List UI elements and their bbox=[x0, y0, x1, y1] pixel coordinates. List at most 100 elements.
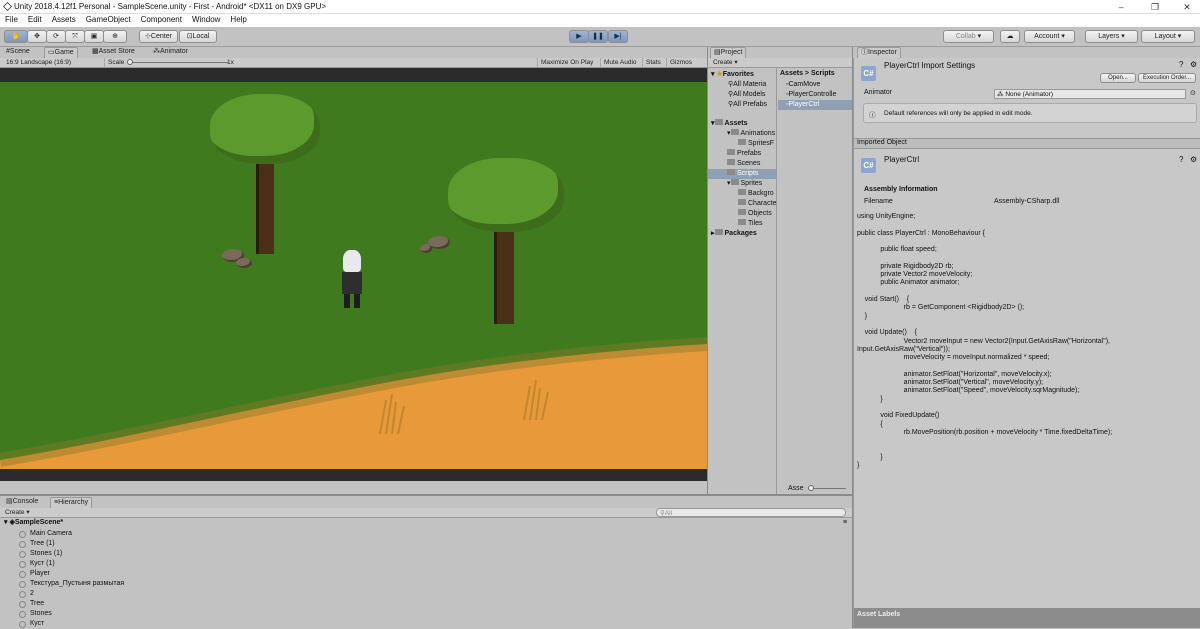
tab-console[interactable]: ▤Console bbox=[3, 497, 41, 508]
hierarchy-item[interactable]: Player bbox=[19, 569, 50, 579]
move-tool-button[interactable]: ✥ bbox=[27, 30, 47, 43]
pivot-center-button[interactable]: ⊹Center bbox=[139, 30, 178, 43]
folder-item[interactable]: Prefabs bbox=[727, 149, 761, 159]
close-button[interactable]: ✕ bbox=[1170, 0, 1200, 14]
settings-gear-icon-top[interactable]: ⚙ bbox=[1190, 60, 1197, 69]
rect-tool-button[interactable]: ▣ bbox=[84, 30, 104, 43]
open-button[interactable]: Open... bbox=[1100, 73, 1136, 83]
folder-icon bbox=[730, 179, 739, 185]
panel-divider[interactable] bbox=[852, 47, 853, 628]
favorites-header[interactable]: ▾ ★Favorites bbox=[711, 70, 754, 80]
hierarchy-item[interactable]: Stones bbox=[19, 609, 52, 619]
file-item-selected[interactable]: ▫PlayerCtrl bbox=[778, 100, 852, 110]
tab-game[interactable]: ▭Game bbox=[44, 47, 78, 58]
maximize-button[interactable]: ❐ bbox=[1138, 0, 1172, 14]
help-icon-top[interactable]: ? bbox=[1179, 60, 1183, 69]
hierarchy-item[interactable]: Stones (1) bbox=[19, 549, 62, 559]
maximize-on-play-toggle[interactable]: Maximize On Play bbox=[537, 58, 596, 67]
folder-item[interactable]: Tiles bbox=[738, 219, 763, 229]
help-icon[interactable]: ? bbox=[1179, 155, 1183, 164]
object-picker-icon[interactable]: ⊙ bbox=[1190, 89, 1196, 97]
scene-options-icon[interactable]: ≡ bbox=[843, 519, 847, 526]
menu-edit[interactable]: Edit bbox=[23, 14, 47, 24]
hierarchy-item[interactable]: Текстура_Пустыня размытая bbox=[19, 579, 124, 589]
account-dropdown[interactable]: Account ▾ bbox=[1024, 30, 1075, 43]
panel-divider[interactable] bbox=[0, 494, 852, 496]
hierarchy-search-input[interactable]: ⚲All bbox=[656, 508, 846, 517]
step-button[interactable]: ▶| bbox=[608, 30, 628, 43]
hierarchy-item-label: Куст bbox=[30, 620, 45, 627]
hierarchy-create-dropdown[interactable]: Create ▾ bbox=[2, 508, 33, 517]
game-view[interactable] bbox=[0, 68, 707, 481]
stats-toggle[interactable]: Stats bbox=[642, 58, 664, 67]
hand-icon: ✋ bbox=[11, 33, 21, 40]
folder-item[interactable]: SpritesF bbox=[738, 139, 774, 149]
rotate-tool-button[interactable]: ⟳ bbox=[46, 30, 66, 43]
hierarchy-item[interactable]: Куст (1) bbox=[19, 559, 55, 569]
tab-scene[interactable]: #Scene bbox=[3, 47, 33, 58]
folder-item[interactable]: ▾ Animations bbox=[727, 129, 775, 139]
mute-audio-toggle[interactable]: Mute Audio bbox=[600, 58, 640, 67]
menu-assets[interactable]: Assets bbox=[47, 14, 81, 24]
tab-inspector[interactable]: ⓘInspector bbox=[857, 47, 901, 58]
settings-gear-icon[interactable]: ⚙ bbox=[1190, 155, 1197, 164]
gameobject-icon bbox=[19, 601, 26, 608]
gizmos-dropdown[interactable]: Gizmos bbox=[666, 58, 695, 67]
folder-item-selected[interactable]: Scripts bbox=[708, 169, 777, 179]
menu-component[interactable]: Component bbox=[136, 14, 187, 24]
project-create-dropdown[interactable]: Create ▾ bbox=[710, 58, 741, 67]
scale-slider-track[interactable] bbox=[128, 62, 228, 63]
tab-game-label: Game bbox=[54, 49, 74, 56]
tab-asset-store[interactable]: ▦Asset Store bbox=[89, 47, 138, 58]
tab-animator[interactable]: ⁂Animator bbox=[150, 47, 191, 58]
file-item[interactable]: ▫CamMove bbox=[786, 80, 820, 90]
hierarchy-item[interactable]: Tree bbox=[19, 599, 44, 609]
layout-dropdown[interactable]: Layout ▾ bbox=[1141, 30, 1195, 43]
favorite-item[interactable]: ⚲All Models bbox=[728, 90, 765, 100]
folder-item[interactable]: Scenes bbox=[727, 159, 760, 169]
play-button[interactable]: ▶ bbox=[569, 30, 589, 43]
collab-button[interactable]: Collab ▾ bbox=[943, 30, 994, 43]
file-item[interactable]: ▫PlayerControlle bbox=[786, 90, 836, 100]
menu-window[interactable]: Window bbox=[187, 14, 225, 24]
favorite-item[interactable]: ⚲All Materia bbox=[728, 80, 766, 90]
hierarchy-item[interactable]: Main Camera bbox=[19, 529, 72, 539]
scene-root[interactable]: ▾ ◈SampleScene* bbox=[4, 518, 63, 528]
menu-file[interactable]: File bbox=[0, 14, 23, 24]
folder-item[interactable]: Backgro bbox=[738, 189, 774, 199]
minimize-button[interactable]: – bbox=[1104, 0, 1138, 14]
execution-order-button[interactable]: Execution Order... bbox=[1138, 73, 1196, 83]
hierarchy-item[interactable]: Tree (1) bbox=[19, 539, 55, 549]
aspect-dropdown[interactable]: 16:9 Landscape (16:9) bbox=[3, 58, 74, 67]
tab-hierarchy-label: Hierarchy bbox=[58, 499, 89, 506]
panel-divider[interactable] bbox=[707, 47, 708, 494]
hand-tool-button[interactable]: ✋ bbox=[4, 30, 28, 43]
move-icon: ✥ bbox=[34, 33, 40, 40]
info-icon: ⓘ bbox=[861, 49, 868, 56]
gameobject-icon bbox=[19, 531, 26, 538]
folder-item[interactable]: ▾ Sprites bbox=[727, 179, 762, 189]
scale-tool-button[interactable]: ⤧ bbox=[65, 30, 85, 43]
pivot-local-button[interactable]: ⊡Local bbox=[179, 30, 217, 43]
folder-item[interactable]: Characte bbox=[738, 199, 776, 209]
transform-tool-button[interactable]: ⊕ bbox=[103, 30, 127, 43]
scale-slider-thumb[interactable] bbox=[127, 59, 133, 65]
favorite-item[interactable]: ⚲All Prefabs bbox=[728, 100, 767, 110]
pause-button[interactable]: ❚❚ bbox=[588, 30, 608, 43]
layers-dropdown[interactable]: Layers ▾ bbox=[1085, 30, 1138, 43]
menu-gameobject[interactable]: GameObject bbox=[81, 14, 136, 24]
menu-help[interactable]: Help bbox=[225, 14, 251, 24]
folder-icon bbox=[730, 129, 739, 135]
breadcrumb-assets[interactable]: Assets bbox=[780, 70, 803, 77]
folder-item[interactable]: Objects bbox=[738, 209, 772, 219]
breadcrumb-scripts[interactable]: Scripts bbox=[811, 70, 835, 77]
packages-root[interactable]: ▸ Packages bbox=[711, 229, 757, 239]
assets-root[interactable]: ▾ Assets bbox=[711, 119, 747, 129]
hierarchy-item[interactable]: 2 bbox=[19, 589, 34, 599]
icon-size-slider-thumb[interactable] bbox=[808, 485, 814, 491]
tab-hierarchy[interactable]: ≡Hierarchy bbox=[50, 497, 93, 508]
tab-project-label: Project bbox=[720, 49, 743, 56]
cloud-button[interactable]: ☁ bbox=[1000, 30, 1020, 43]
tab-project[interactable]: ▤Project bbox=[710, 47, 747, 58]
animator-object-field[interactable]: ⁂ None (Animator) bbox=[994, 89, 1186, 99]
